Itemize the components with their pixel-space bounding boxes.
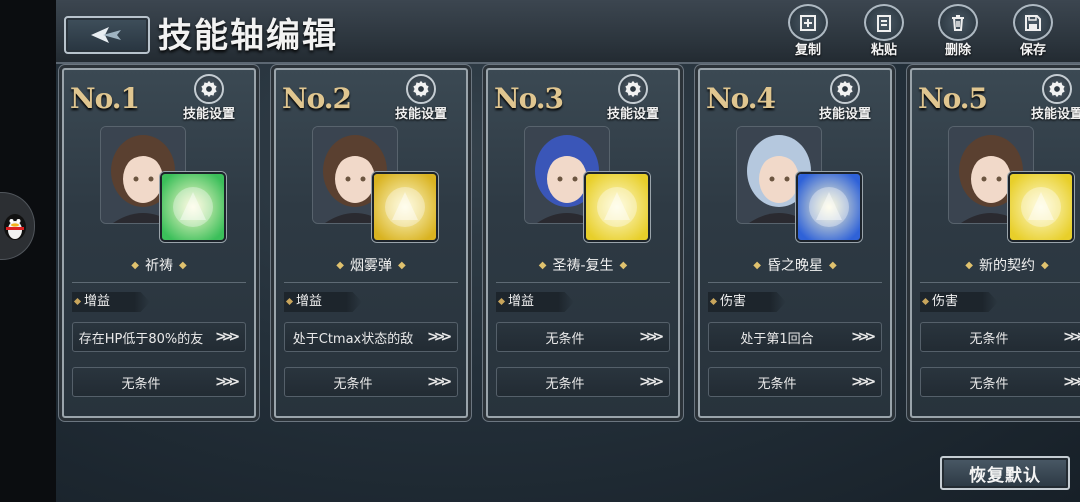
skill-type-tag: 增益	[496, 292, 574, 312]
condition-1-text: 处于Ctmax状态的敌	[292, 331, 414, 347]
condition-1-text: 无条件	[969, 331, 1009, 347]
back-button[interactable]	[64, 16, 150, 54]
condition-2-text: 无条件	[757, 376, 797, 392]
condition-1-text: 处于第1回合	[740, 331, 814, 347]
condition-1-text: 存在HP低于80%的友	[78, 331, 204, 347]
divider	[708, 282, 882, 283]
trash-icon	[952, 14, 964, 31]
delete-button[interactable]: 删除	[928, 4, 988, 58]
skill-icon[interactable]	[160, 172, 226, 242]
skill-name: ◆ 昏之晚星 ◆	[753, 258, 837, 274]
skill-setting-button[interactable]: 技能设置	[178, 74, 240, 122]
skill-type-tag: 伤害	[920, 292, 998, 312]
copy-button[interactable]: 复制	[778, 4, 838, 58]
card-number: No.4	[706, 82, 776, 115]
paste-label: 粘贴	[870, 43, 897, 58]
save-label: 保存	[1019, 43, 1046, 58]
skill-card: No.1 技能设置 ◆ 祈祷 ◆ 增益 存在HP低于80%的友 >>> 无条件 …	[62, 68, 256, 418]
triple-chevron-icon: >>>	[851, 374, 876, 390]
skill-setting-button[interactable]: 技能设置	[602, 74, 664, 122]
triple-chevron-icon: >>>	[427, 329, 452, 345]
card-number: No.1	[70, 82, 140, 115]
condition-1-button[interactable]: 无条件 >>>	[920, 322, 1080, 352]
condition-2-text: 无条件	[121, 376, 161, 392]
paste-button[interactable]: 粘贴	[854, 4, 914, 58]
skill-card: No.4 技能设置 ◆ 昏之晚星 ◆ 伤害 处于第1回合 >>> 无条件 >>>	[698, 68, 892, 418]
triple-chevron-icon: >>>	[851, 329, 876, 345]
skill-name: ◆ 烟雾弹 ◆	[336, 258, 406, 274]
condition-1-button[interactable]: 无条件 >>>	[496, 322, 670, 352]
skill-setting-button[interactable]: 技能设置	[390, 74, 452, 122]
skill-icon[interactable]	[1008, 172, 1074, 242]
skill-card: No.2 技能设置 ◆ 烟雾弹 ◆ 增益 处于Ctmax状态的敌 >>> 无条件…	[274, 68, 468, 418]
skill-type-tag: 伤害	[708, 292, 786, 312]
card-number: No.3	[494, 82, 564, 115]
condition-1-text: 无条件	[545, 331, 585, 347]
skill-name: ◆ 圣祷-复生 ◆	[538, 258, 628, 274]
triple-chevron-icon: >>>	[639, 374, 664, 390]
condition-2-button[interactable]: 无条件 >>>	[708, 367, 882, 397]
skill-setting-label: 技能设置	[818, 107, 871, 122]
condition-2-button[interactable]: 无条件 >>>	[284, 367, 458, 397]
copy-icon	[800, 14, 816, 31]
skill-type-tag: 增益	[72, 292, 150, 312]
gear-icon	[413, 80, 429, 98]
skill-card: No.3 技能设置 ◆ 圣祷-复生 ◆ 增益 无条件 >>> 无条件 >>>	[486, 68, 680, 418]
card-number: No.5	[918, 82, 988, 115]
reset-default-button[interactable]: 恢复默认	[940, 456, 1070, 490]
page-title: 技能轴编辑	[158, 16, 338, 56]
triple-chevron-icon: >>>	[1063, 329, 1080, 345]
triple-chevron-icon: >>>	[639, 329, 664, 345]
skill-name: ◆ 新的契约 ◆	[965, 258, 1049, 274]
skill-icon[interactable]	[796, 172, 862, 242]
skill-setting-label: 技能设置	[1030, 107, 1080, 122]
divider	[496, 282, 670, 283]
skill-setting-button[interactable]: 技能设置	[1026, 74, 1080, 122]
gear-icon	[201, 80, 217, 98]
condition-2-text: 无条件	[969, 376, 1009, 392]
skill-setting-label: 技能设置	[606, 107, 659, 122]
triple-chevron-icon: >>>	[427, 374, 452, 390]
condition-2-text: 无条件	[333, 376, 373, 392]
triple-chevron-icon: >>>	[215, 329, 240, 345]
back-arrow-icon	[91, 27, 121, 43]
gear-icon	[837, 80, 853, 98]
condition-1-button[interactable]: 存在HP低于80%的友 >>>	[72, 322, 246, 352]
divider	[920, 282, 1080, 283]
skill-setting-button[interactable]: 技能设置	[814, 74, 876, 122]
top-bar: 技能轴编辑 复制 粘贴 删除 保存	[56, 0, 1080, 64]
triple-chevron-icon: >>>	[215, 374, 240, 390]
skill-name: ◆ 祈祷 ◆	[131, 258, 187, 274]
condition-1-button[interactable]: 处于Ctmax状态的敌 >>>	[284, 322, 458, 352]
save-button[interactable]: 保存	[1003, 4, 1063, 58]
skill-type-tag: 增益	[284, 292, 362, 312]
skill-setting-label: 技能设置	[182, 107, 235, 122]
copy-label: 复制	[794, 43, 821, 58]
divider	[72, 282, 246, 283]
paste-icon	[877, 14, 891, 32]
gear-icon	[1049, 80, 1065, 98]
game-stage: 技能轴编辑 复制 粘贴 删除 保存 No.1 技能设置 ◆ 祈祷 ◆ 增益 存在…	[56, 0, 1080, 502]
condition-2-button[interactable]: 无条件 >>>	[496, 367, 670, 397]
condition-2-button[interactable]: 无条件 >>>	[72, 367, 246, 397]
penguin-icon	[4, 214, 26, 240]
skill-card: No.5 技能设置 ◆ 新的契约 ◆ 伤害 无条件 >> 无条件 >>	[910, 68, 1080, 418]
condition-2-text: 无条件	[545, 376, 585, 392]
triple-chevron-icon: >>>	[1063, 374, 1080, 390]
condition-1-button[interactable]: 处于第1回合 >>>	[708, 322, 882, 352]
delete-label: 删除	[944, 43, 971, 58]
card-number: No.2	[282, 82, 352, 115]
divider	[284, 282, 458, 283]
condition-2-button[interactable]: 无条件 >>>	[920, 367, 1080, 397]
skill-icon[interactable]	[584, 172, 650, 242]
skill-setting-label: 技能设置	[394, 107, 447, 122]
skill-icon[interactable]	[372, 172, 438, 242]
save-icon	[1025, 14, 1041, 31]
gear-icon	[625, 80, 641, 98]
